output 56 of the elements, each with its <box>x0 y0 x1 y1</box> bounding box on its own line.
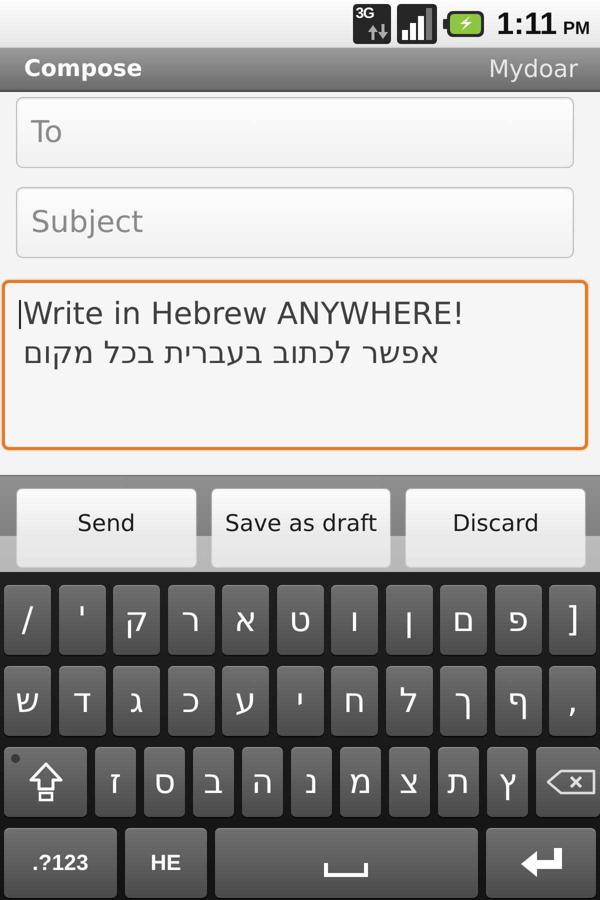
keyboard-key[interactable]: ט <box>276 585 324 655</box>
keyboard-key[interactable]: ת <box>438 747 479 817</box>
keyboard-key[interactable]: כ <box>168 666 214 736</box>
data-arrows-icon <box>368 24 388 40</box>
message-text: אפשר לכתוב בעברית בכל מקום <box>23 335 440 373</box>
keyboard-key[interactable]: ס <box>144 747 185 817</box>
backspace-key[interactable] <box>536 747 600 817</box>
keyboard-key[interactable]: ר <box>168 585 214 655</box>
screen-title: Compose <box>24 56 142 82</box>
keyboard-key[interactable]: י <box>276 666 324 736</box>
space-key[interactable] <box>214 828 478 898</box>
keyboard-key[interactable]: ד <box>58 666 106 736</box>
keyboard-key[interactable]: , <box>549 666 596 736</box>
battery-charging-icon <box>442 8 485 38</box>
action-button[interactable]: Discard <box>405 488 586 568</box>
keyboard-key[interactable]: ה <box>242 747 283 817</box>
keyboard-key[interactable]: ן <box>386 585 432 655</box>
message-text: Write in Hebrew ANYWHERE! <box>23 296 464 334</box>
text-cursor-icon <box>19 300 21 329</box>
keyboard-key[interactable]: ם <box>440 585 487 655</box>
shift-key[interactable] <box>4 747 87 817</box>
keyboard-key[interactable]: ל <box>386 666 432 736</box>
keyboard-key[interactable]: ' <box>58 585 106 655</box>
keyboard-key[interactable]: ף <box>494 666 542 736</box>
keyboard-key[interactable]: ץ <box>487 747 528 817</box>
language-key[interactable]: HE <box>124 828 207 898</box>
clock-time: 1:11 <box>496 6 557 40</box>
backspace-icon <box>546 769 596 795</box>
keyboard-key[interactable]: א <box>222 585 269 655</box>
shift-icon <box>28 762 62 802</box>
keyboard-key[interactable]: פ <box>494 585 542 655</box>
action-button[interactable]: Save as draft <box>210 488 392 568</box>
keyboard-key[interactable]: ח <box>331 666 378 736</box>
keyboard-key[interactable]: ג <box>113 666 160 736</box>
clock-period: PM <box>563 16 590 38</box>
network-type-label: 3G <box>356 6 374 22</box>
signal-strength-icon <box>396 4 437 44</box>
text-field[interactable]: To <box>16 97 574 168</box>
keyboard-key[interactable]: צ <box>389 747 430 817</box>
keyboard-key[interactable]: ז <box>95 747 136 817</box>
keyboard-key[interactable]: ב <box>193 747 234 817</box>
keyboard-key[interactable]: ש <box>4 666 51 736</box>
space-icon <box>324 863 368 877</box>
keyboard-key[interactable]: ע <box>222 666 269 736</box>
enter-key[interactable] <box>486 828 596 898</box>
keyboard-key[interactable]: מ <box>340 747 381 817</box>
text-field[interactable]: Subject <box>16 187 574 258</box>
keyboard-key[interactable]: ] <box>549 585 596 655</box>
symbols-key[interactable]: .?123 <box>4 828 117 898</box>
account-name: Mydoar <box>488 55 578 83</box>
keyboard-key[interactable]: / <box>4 585 51 655</box>
action-button[interactable]: Send <box>16 488 197 568</box>
keyboard-key[interactable]: ך <box>440 666 487 736</box>
keyboard-key[interactable]: ו <box>331 585 378 655</box>
keyboard-key[interactable]: ק <box>113 585 160 655</box>
keyboard-key[interactable]: נ <box>291 747 332 817</box>
